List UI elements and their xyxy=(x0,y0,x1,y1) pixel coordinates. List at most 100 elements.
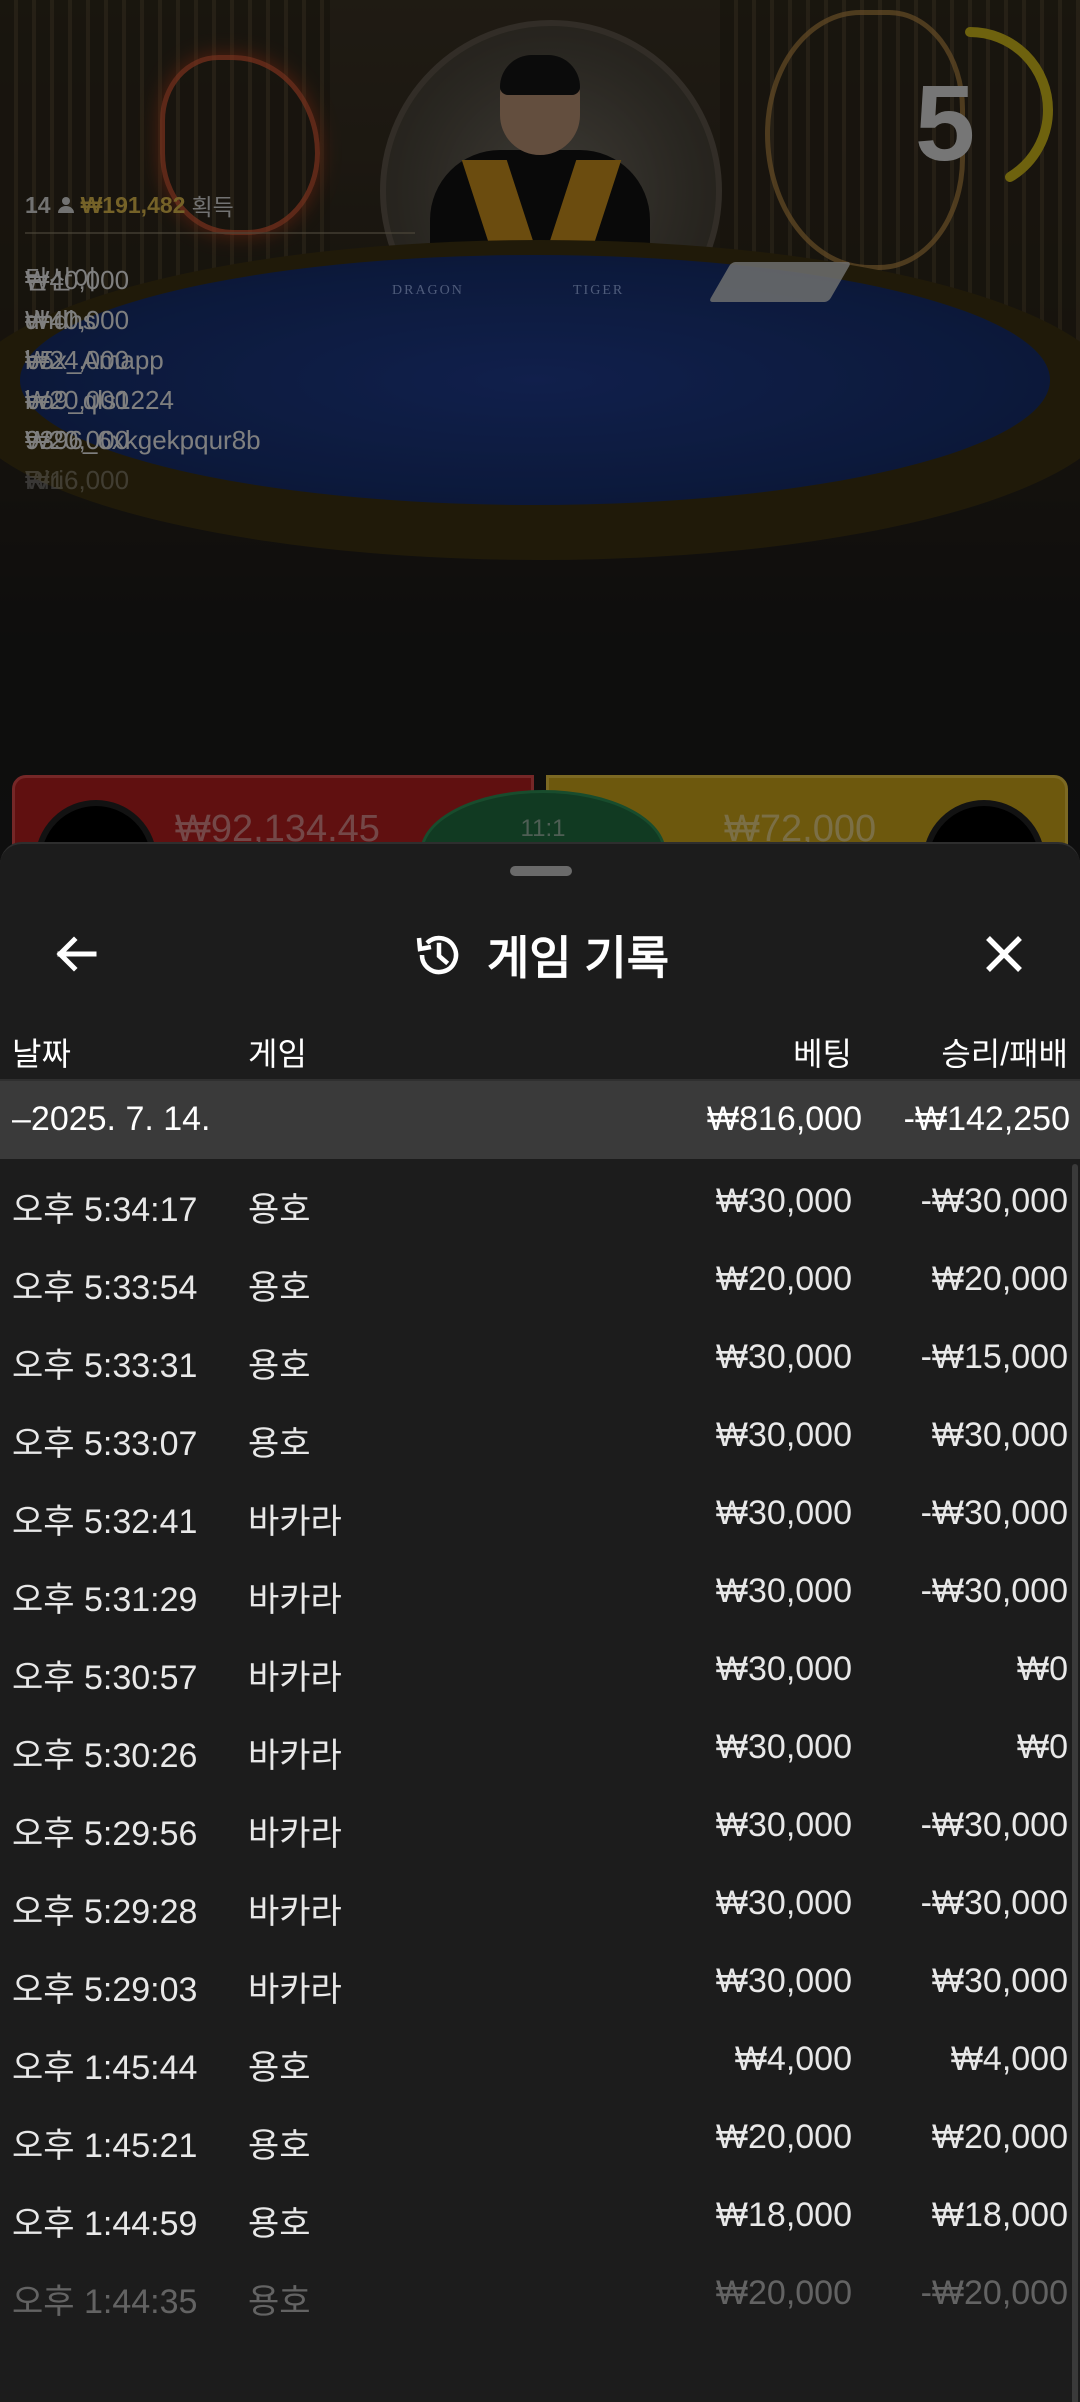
winners-label: 획득 xyxy=(191,194,234,220)
row-result: -₩30,000 xyxy=(920,1494,1068,1532)
row-bet: ₩30,000 xyxy=(715,1572,852,1610)
winner-row: ₩24,000 b5x_Amapp xyxy=(25,320,415,375)
history-row[interactable]: 오후 1:45:44 용호 ₩4,000 ₩4,000 xyxy=(0,2020,1070,2098)
card-shoe xyxy=(708,262,852,302)
row-bet: ₩30,000 xyxy=(715,1338,852,1376)
row-bet: ₩4,000 xyxy=(734,2040,852,2078)
summary-date: –2025. 7. 14. xyxy=(12,1100,211,1138)
title-group: 게임 기록 xyxy=(0,922,1080,988)
row-bet: ₩20,000 xyxy=(715,1260,852,1298)
history-row[interactable]: 오후 5:29:56 바카라 ₩30,000 -₩30,000 xyxy=(0,1786,1070,1864)
row-game: 용호 xyxy=(248,1425,311,1463)
felt-tiger-label: TIGER xyxy=(573,283,625,298)
row-result: ₩30,000 xyxy=(931,1416,1068,1454)
winner-row: ₩16,000 Riri xyxy=(25,440,415,495)
row-time: 오후 5:34:17 xyxy=(12,1191,198,1229)
sheet-title: 게임 기록 xyxy=(486,932,670,984)
tie-payout: 11:1 xyxy=(520,815,566,842)
row-result: ₩20,000 xyxy=(931,2118,1068,2156)
summary-bet: ₩816,000 xyxy=(707,1100,862,1138)
row-result: ₩0 xyxy=(1017,1728,1068,1766)
history-row[interactable]: 오후 1:44:35 용호 ₩20,000 -₩20,000 xyxy=(0,2254,1070,2332)
summary-result: -₩142,250 xyxy=(903,1100,1070,1138)
sheet-header: 게임 기록 xyxy=(0,904,1080,1004)
history-row[interactable]: 오후 1:44:59 용호 ₩18,000 ₩18,000 xyxy=(0,2176,1070,2254)
history-row[interactable]: 오후 1:45:21 용호 ₩20,000 ₩20,000 xyxy=(0,2098,1070,2176)
row-bet: ₩30,000 xyxy=(715,1182,852,1220)
date-summary-row[interactable]: –2025. 7. 14. ₩816,000 -₩142,250 xyxy=(0,1081,1080,1159)
row-bet: ₩18,000 xyxy=(715,2196,852,2234)
row-result: -₩30,000 xyxy=(920,1572,1068,1610)
row-result: ₩0 xyxy=(1017,1650,1068,1688)
row-result: -₩30,000 xyxy=(920,1182,1068,1220)
row-time: 오후 5:33:07 xyxy=(12,1425,198,1463)
row-bet: ₩20,000 xyxy=(715,2274,852,2312)
row-game: 바카라 xyxy=(248,1815,342,1853)
winner-row: ₩20,000 bo9_qls1224 xyxy=(25,360,415,415)
row-game: 바카라 xyxy=(248,1581,342,1619)
row-result: ₩20,000 xyxy=(931,1260,1068,1298)
winner-row: ₩40,000 탄산이 xyxy=(25,240,415,295)
row-game: 바카라 xyxy=(248,1659,342,1697)
row-result: ₩18,000 xyxy=(931,2196,1068,2234)
history-row[interactable]: 오후 5:33:31 용호 ₩30,000 -₩15,000 xyxy=(0,1318,1070,1396)
col-game: 게임 xyxy=(248,1036,307,1072)
row-time: 오후 5:29:03 xyxy=(12,1971,198,2009)
history-icon xyxy=(416,935,459,975)
history-row[interactable]: 오후 5:33:54 용호 ₩20,000 ₩20,000 xyxy=(0,1240,1070,1318)
row-time: 오후 5:31:29 xyxy=(12,1581,198,1619)
scrollbar[interactable] xyxy=(1072,1164,1078,2402)
row-time: 오후 1:45:21 xyxy=(12,2127,198,2165)
row-result: -₩20,000 xyxy=(920,2274,1068,2312)
winners-header: 14 ₩191,482 획득 xyxy=(25,188,415,222)
row-time: 오후 5:29:56 xyxy=(12,1815,198,1853)
history-list: 오후 5:34:17 용호 ₩30,000 -₩30,000 오후 5:33:54 용호… xyxy=(0,1162,1070,2332)
divider xyxy=(25,232,415,234)
row-result: -₩30,000 xyxy=(920,1884,1068,1922)
row-game: 용호 xyxy=(248,1269,311,1307)
user-icon xyxy=(57,197,74,213)
history-row[interactable]: 오후 5:31:29 바카라 ₩30,000 -₩30,000 xyxy=(0,1552,1070,1630)
row-game: 바카라 xyxy=(248,1503,342,1541)
winners-count: 14 xyxy=(25,191,51,218)
row-time: 오후 5:32:41 xyxy=(12,1503,198,1541)
row-bet: ₩30,000 xyxy=(715,1728,852,1766)
row-game: 용호 xyxy=(248,2283,311,2321)
row-result: ₩30,000 xyxy=(931,1962,1068,2000)
winner-row: ₩40,000 dhdhs xyxy=(25,280,415,335)
row-bet: ₩30,000 xyxy=(715,1884,852,1922)
row-time: 오후 5:30:26 xyxy=(12,1737,198,1775)
row-time: 오후 5:30:57 xyxy=(12,1659,198,1697)
drag-handle[interactable] xyxy=(510,866,572,876)
winners-total: ₩191,482 xyxy=(80,191,186,218)
countdown-timer: 5 xyxy=(914,62,976,183)
row-game: 용호 xyxy=(248,1191,311,1229)
history-row[interactable]: 오후 5:33:07 용호 ₩30,000 ₩30,000 xyxy=(0,1396,1070,1474)
row-time: 오후 5:33:54 xyxy=(12,1269,198,1307)
row-time: 오후 5:33:31 xyxy=(12,1347,198,1385)
row-game: 바카라 xyxy=(248,1893,342,1931)
game-history-sheet: 게임 기록 날짜 게임 베팅 승리/패배 –2025. 7. 14. ₩816,… xyxy=(0,842,1080,2402)
history-row[interactable]: 오후 5:29:28 바카라 ₩30,000 -₩30,000 xyxy=(0,1864,1070,1942)
row-bet: ₩30,000 xyxy=(715,1416,852,1454)
row-result: -₩30,000 xyxy=(920,1806,1068,1844)
close-icon xyxy=(986,936,1022,972)
col-date: 날짜 xyxy=(12,1036,71,1072)
col-result: 승리/패배 xyxy=(941,1036,1068,1072)
column-headers: 날짜 게임 베팅 승리/패배 xyxy=(0,1019,1080,1081)
history-row[interactable]: 오후 5:30:26 바카라 ₩30,000 ₩0 xyxy=(0,1708,1070,1786)
history-row[interactable]: 오후 5:32:41 바카라 ₩30,000 -₩30,000 xyxy=(0,1474,1070,1552)
row-game: 용호 xyxy=(248,1347,311,1385)
history-row[interactable]: 오후 5:34:17 용호 ₩30,000 -₩30,000 xyxy=(0,1162,1070,1240)
history-row[interactable]: 오후 5:29:03 바카라 ₩30,000 ₩30,000 xyxy=(0,1942,1070,2020)
row-game: 용호 xyxy=(248,2127,311,2165)
row-result: ₩4,000 xyxy=(950,2040,1068,2078)
row-time: 오후 1:45:44 xyxy=(12,2049,198,2087)
col-bet: 베팅 xyxy=(793,1036,852,1072)
row-bet: ₩30,000 xyxy=(715,1650,852,1688)
close-button[interactable] xyxy=(976,926,1032,982)
row-bet: ₩20,000 xyxy=(715,2118,852,2156)
row-game: 용호 xyxy=(248,2049,311,2087)
history-row[interactable]: 오후 5:30:57 바카라 ₩30,000 ₩0 xyxy=(0,1630,1070,1708)
row-game: 용호 xyxy=(248,2205,311,2243)
